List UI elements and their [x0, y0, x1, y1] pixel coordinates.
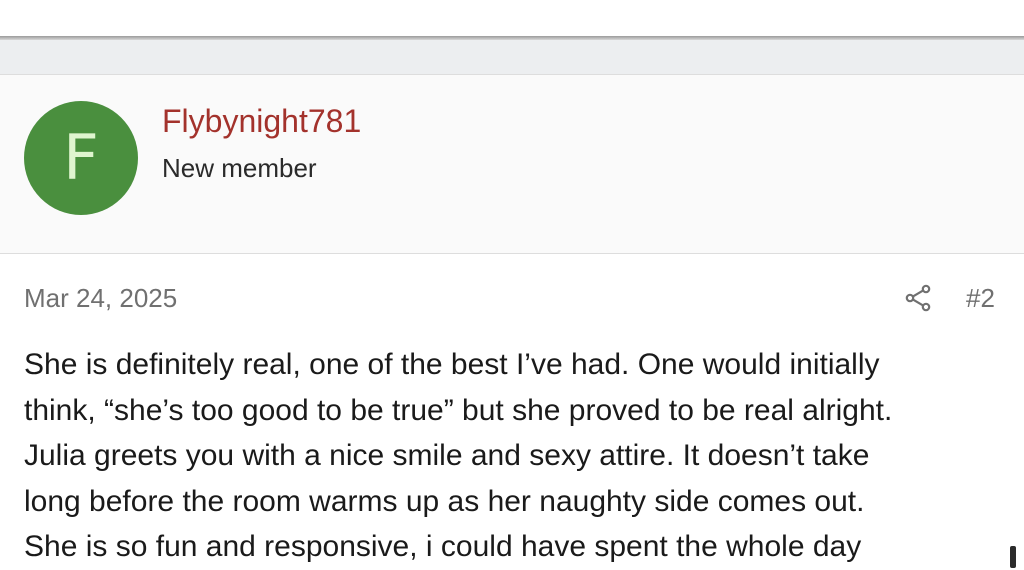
post-body-line: She is definitely real, one of the best …	[24, 348, 880, 381]
post-body-line: She is so fun and responsive, i could ha…	[24, 530, 862, 563]
share-icon[interactable]	[903, 283, 933, 313]
post-number-link[interactable]: #2	[966, 283, 995, 314]
post-body-line: think, “she’s too good to be true” but s…	[24, 393, 893, 427]
post-date[interactable]: Mar 24, 2025	[24, 283, 177, 314]
section-gap	[0, 40, 1024, 74]
scrollbar-thumb[interactable]	[1010, 546, 1016, 568]
top-bar	[0, 0, 1024, 36]
avatar[interactable]: F	[24, 101, 138, 215]
post-body: She is definitely real, one of the best …	[24, 342, 1000, 570]
username-link[interactable]: Flybynight781	[162, 103, 361, 140]
post-body-line: long before the room warms up as her nau…	[24, 484, 865, 518]
post-user-block: F Flybynight781 New member	[0, 74, 1024, 254]
user-title: New member	[162, 153, 317, 183]
post-body-line: Julia greets you with a nice smile and s…	[24, 439, 870, 472]
